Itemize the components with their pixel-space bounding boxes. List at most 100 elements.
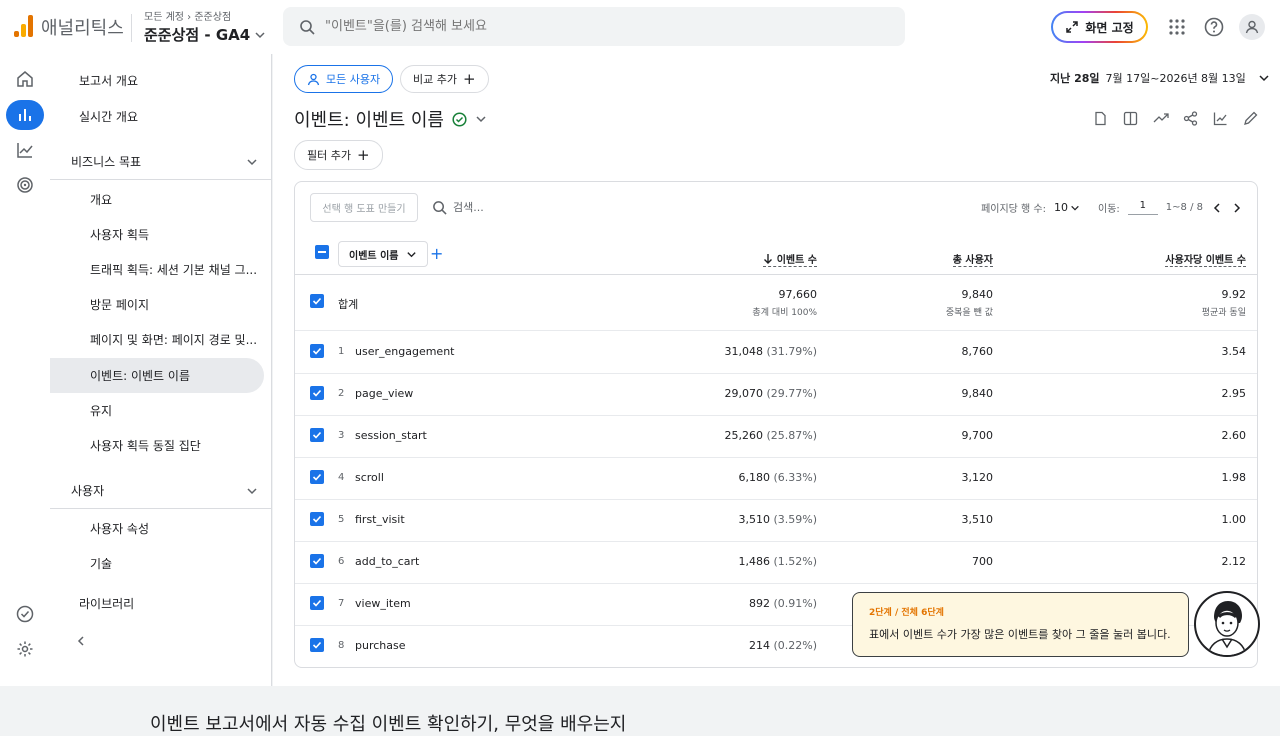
checkbox-checked[interactable]	[310, 596, 324, 610]
add-dimension-plus-icon[interactable]: +	[430, 244, 443, 263]
admin-check-icon[interactable]	[6, 599, 44, 629]
checkbox-checked[interactable]	[310, 638, 324, 652]
nav-item-events[interactable]: 이벤트: 이벤트 이름	[50, 358, 264, 393]
date-range-selector[interactable]: 지난 28일 7월 17일~2026년 8월 13일	[1050, 70, 1270, 86]
insights-chart-icon[interactable]	[1211, 109, 1230, 128]
gear-icon[interactable]	[6, 634, 44, 664]
row-per-user: 1.98	[1221, 471, 1247, 484]
check-icon	[312, 641, 322, 649]
account-breadcrumb[interactable]: 모든 계정 › 준준상점	[144, 8, 231, 23]
search-input[interactable]	[325, 19, 865, 34]
checkbox-checked[interactable]	[310, 470, 324, 484]
table-row[interactable]: 5 first_visit 3,510 (3.59%) 3,510 1.00	[295, 500, 1257, 542]
checkbox-checked[interactable]	[310, 554, 324, 568]
nav-item-user-acquisition[interactable]: 사용자 획득	[50, 217, 264, 252]
checkbox-checked[interactable]	[310, 344, 324, 358]
nav-section-users[interactable]: 사용자	[50, 473, 272, 509]
nav-item-reports-overview[interactable]: 보고서 개요	[50, 63, 264, 98]
check-icon	[312, 515, 322, 523]
nav-item-tech[interactable]: 기술	[50, 546, 264, 581]
plot-rows-button[interactable]: 선택 행 도표 만들기	[310, 193, 418, 222]
total-row[interactable]: 합계 97,660 총계 대비 100% 9,840 중복을 뺀 값 9.92 …	[295, 276, 1257, 331]
table-row[interactable]: 6 add_to_cart 1,486 (1.52%) 700 2.12	[295, 542, 1257, 584]
share-icon[interactable]	[1181, 109, 1200, 128]
nav-item-overview[interactable]: 개요	[50, 182, 264, 217]
account-avatar-icon[interactable]	[1239, 14, 1265, 40]
nav-section-label: 사용자	[71, 484, 105, 498]
table-row[interactable]: 1 user_engagement 31,048 (31.79%) 8,760 …	[295, 332, 1257, 374]
property-selector[interactable]: 준준상점 - GA4	[144, 24, 266, 45]
checkbox-checked[interactable]	[310, 512, 324, 526]
nav-section-label: 비즈니스 목표	[71, 155, 142, 169]
search-icon	[433, 200, 447, 215]
pin-screen-button[interactable]: 화면 고정	[1051, 11, 1148, 43]
nav-item-user-attributes[interactable]: 사용자 속성	[50, 511, 264, 546]
checkbox-checked[interactable]	[310, 386, 324, 400]
pencil-icon[interactable]	[1241, 109, 1260, 128]
row-per-user: 1.00	[1221, 513, 1247, 526]
table-search[interactable]: 검색...	[432, 199, 484, 215]
header-event-count[interactable]: 이벤트 수	[762, 251, 817, 267]
row-event-name: add_to_cart	[355, 555, 420, 568]
checkbox-checked[interactable]	[310, 428, 324, 442]
nav-item-retention[interactable]: 유지	[50, 393, 264, 428]
dimension-selector[interactable]: 이벤트 이름	[338, 241, 429, 267]
row-events-pct: (25.87%)	[766, 429, 817, 442]
trend-icon[interactable]	[1151, 109, 1170, 128]
home-icon[interactable]	[6, 64, 44, 94]
row-per-user: 2.95	[1221, 387, 1247, 400]
chevron-left-icon[interactable]	[1211, 202, 1223, 214]
total-label: 합계	[338, 298, 359, 311]
nav-item-pages-screens[interactable]: 페이지 및 화면: 페이지 경로 및...	[50, 322, 264, 357]
total-users-sub: 중복을 뺀 값	[945, 308, 993, 318]
add-comparison-button[interactable]: 비교 추가 +	[400, 65, 489, 93]
divider	[131, 14, 132, 42]
header-total-users[interactable]: 총 사용자	[952, 251, 993, 267]
report-toolbar	[1091, 109, 1260, 128]
analytics-logo-icon[interactable]	[14, 15, 34, 37]
checkbox-checked[interactable]	[310, 294, 324, 308]
global-search[interactable]	[283, 7, 905, 46]
add-filter-button[interactable]: 필터 추가 +	[294, 140, 383, 170]
compare-columns-icon[interactable]	[1121, 109, 1140, 128]
nav-item-cohort[interactable]: 사용자 획득 동질 집단	[50, 428, 264, 463]
table-row[interactable]: 3 session_start 25,260 (25.87%) 9,700 2.…	[295, 416, 1257, 458]
nav-item-landing-page[interactable]: 방문 페이지	[50, 287, 264, 322]
table-row[interactable]: 4 scroll 6,180 (6.33%) 3,120 1.98	[295, 458, 1257, 500]
chevron-down-icon	[407, 251, 417, 257]
header-event-count-label: 이벤트 수	[776, 255, 817, 266]
row-events-pct: (3.59%)	[773, 513, 817, 526]
row-events: 25,260 (25.87%)	[724, 429, 817, 442]
goto-page-input[interactable]: 1	[1127, 200, 1158, 215]
row-event-name: first_visit	[355, 513, 405, 526]
help-icon[interactable]	[1201, 14, 1227, 40]
row-events-value: 29,070	[724, 387, 763, 400]
nav-item-realtime-overview[interactable]: 실시간 개요	[50, 99, 264, 134]
chevron-right-icon[interactable]	[1231, 202, 1243, 214]
header-events-per-user[interactable]: 사용자당 이벤트 수	[1165, 251, 1246, 267]
page-title[interactable]: 이벤트: 이벤트 이름	[294, 106, 487, 132]
collapse-chevron-icon[interactable]	[75, 632, 87, 651]
nav-item-traffic-acquisition[interactable]: 트래픽 획득: 세션 기본 채널 그...	[50, 252, 264, 287]
explore-icon[interactable]	[6, 135, 44, 165]
row-events-value: 25,260	[724, 429, 763, 442]
nav-section-business-objectives[interactable]: 비즈니스 목표	[50, 144, 272, 180]
total-per-user-sub: 평균과 동일	[1201, 308, 1246, 318]
select-all-checkbox[interactable]	[315, 245, 329, 259]
advertising-icon[interactable]	[6, 170, 44, 200]
row-events-value: 31,048	[724, 345, 763, 358]
report-icon[interactable]	[1091, 109, 1110, 128]
rows-per-page-value: 10	[1054, 201, 1069, 214]
nav-item-library[interactable]: 라이브러리	[50, 586, 264, 621]
all-users-chip[interactable]: 모든 사용자	[294, 65, 394, 93]
row-events-pct: (6.33%)	[773, 471, 817, 484]
row-events: 6,180 (6.33%)	[738, 471, 817, 484]
apps-grid-icon[interactable]	[1164, 14, 1190, 40]
rows-per-page-select[interactable]: 10	[1054, 201, 1080, 214]
reports-icon[interactable]	[6, 100, 44, 130]
app-name[interactable]: 애널리틱스	[41, 14, 124, 40]
total-users: 9,840 중복을 뺀 값	[946, 288, 993, 318]
row-events-value: 892	[748, 597, 770, 610]
row-index: 7	[338, 598, 345, 609]
table-row[interactable]: 2 page_view 29,070 (29.77%) 9,840 2.95	[295, 374, 1257, 416]
